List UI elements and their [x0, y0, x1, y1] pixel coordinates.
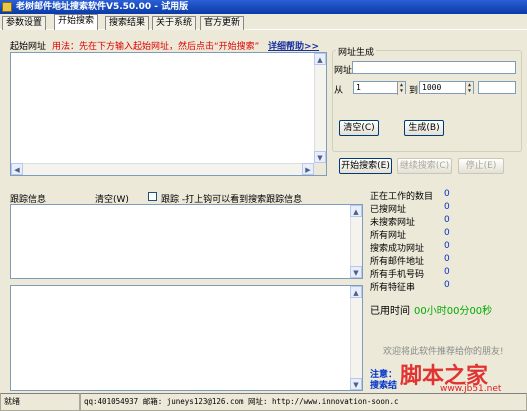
output-vscroll[interactable]: ▲ ▼ — [350, 286, 362, 390]
stat-value-signatures: 0 — [444, 280, 450, 290]
title-bar: 老树邮件地址搜索软件V5.50.00 - 试用版 — [0, 0, 527, 14]
stat-label-phones: 所有手机号码 — [370, 270, 425, 280]
window-title: 老树邮件地址搜索软件V5.50.00 - 试用版 — [16, 2, 189, 12]
clear-url-button[interactable]: 清空(C) — [339, 120, 379, 136]
from-input[interactable]: 1 ▲ ▼ — [353, 81, 406, 95]
scroll-corner — [314, 163, 326, 175]
trace-textarea[interactable]: ▲ ▼ — [10, 204, 363, 279]
scroll-up-icon[interactable]: ▲ — [314, 53, 326, 65]
stat-value-working: 0 — [444, 189, 450, 199]
url-gen-title: 网址生成 — [336, 45, 377, 58]
start-url-label: 起始网址 — [10, 42, 47, 52]
start-url-hscroll[interactable]: ◀ ▶ — [11, 163, 314, 175]
scroll-right-icon[interactable]: ▶ — [302, 163, 314, 175]
url-label: 网址 — [334, 66, 353, 76]
tab-params[interactable]: 参数设置 — [2, 16, 46, 30]
stat-label-emails: 所有邮件地址 — [370, 257, 425, 267]
tab-start-search[interactable]: 开始搜索 — [54, 14, 98, 30]
start-search-button[interactable]: 开始搜索(E) — [339, 158, 392, 174]
extra-input[interactable] — [478, 81, 516, 94]
from-label: 从 — [334, 86, 344, 96]
trace-vscroll[interactable]: ▲ ▼ — [350, 205, 362, 278]
to-spinner[interactable]: ▲ ▼ — [465, 82, 473, 95]
generate-button[interactable]: 生成(B) — [404, 120, 444, 136]
help-link[interactable]: 详细帮助>> — [268, 39, 319, 52]
tab-official-update[interactable]: 官方更新 — [200, 16, 244, 30]
tab-search-results[interactable]: 搜索结果 — [105, 16, 149, 30]
stat-value-unsearched: 0 — [444, 215, 450, 225]
app-icon — [2, 2, 12, 12]
stat-label-all-urls: 所有网址 — [370, 231, 407, 241]
notice-text-2: 搜索结 — [370, 381, 398, 391]
stat-label-working: 正在工作的数目 — [370, 192, 434, 202]
from-value: 1 — [356, 83, 361, 92]
trace-checkbox[interactable] — [148, 192, 157, 201]
stat-label-signatures: 所有特征串 — [370, 283, 416, 293]
scroll-up-icon[interactable]: ▲ — [350, 286, 362, 298]
stat-value-all-urls: 0 — [444, 228, 450, 238]
stat-value-success: 0 — [444, 241, 450, 251]
stat-label-searched: 已搜网址 — [370, 205, 407, 215]
continue-search-button[interactable]: 继续搜索(C) — [397, 158, 452, 174]
url-input[interactable] — [352, 61, 516, 74]
usage-hint: 用法：先在下方输入起始网址，然后点击“开始搜索” — [52, 42, 260, 52]
status-state: 就绪 — [0, 393, 80, 411]
to-input[interactable]: 1000 ▲ ▼ — [419, 81, 474, 95]
stat-value-phones: 0 — [444, 267, 450, 277]
elapsed-time-label: 已用时间 — [370, 306, 410, 317]
stat-label-unsearched: 未搜索网址 — [370, 218, 416, 228]
scroll-down-icon[interactable]: ▼ — [314, 151, 326, 163]
status-contact: qq:401054937 邮箱: juneys123@126.com 网址: h… — [80, 393, 527, 411]
to-label: 到 — [409, 86, 419, 96]
recommend-text: 欢迎将此软件推荐给你的朋友! — [383, 347, 504, 357]
elapsed-time-value: 00小时00分00秒 — [414, 306, 493, 317]
scroll-left-icon[interactable]: ◀ — [11, 163, 23, 175]
stop-button[interactable]: 停止(E) — [458, 158, 504, 174]
to-value: 1000 — [422, 83, 442, 92]
stat-label-success: 搜索成功网址 — [370, 244, 425, 254]
scroll-down-icon[interactable]: ▼ — [350, 378, 362, 390]
scroll-down-icon[interactable]: ▼ — [350, 266, 362, 278]
stat-value-emails: 0 — [444, 254, 450, 264]
tab-bar: 参数设置 开始搜索 搜索结果 关于系统 官方更新 — [0, 14, 527, 30]
from-spinner[interactable]: ▲ ▼ — [397, 82, 405, 95]
start-url-vscroll[interactable]: ▲ ▼ — [314, 53, 326, 163]
scroll-up-icon[interactable]: ▲ — [350, 205, 362, 217]
tab-about[interactable]: 关于系统 — [152, 16, 196, 30]
start-url-textarea[interactable]: ▲ ▼ ◀ ▶ — [10, 52, 327, 176]
output-textarea[interactable]: ▲ ▼ — [10, 285, 363, 391]
stat-value-searched: 0 — [444, 202, 450, 212]
